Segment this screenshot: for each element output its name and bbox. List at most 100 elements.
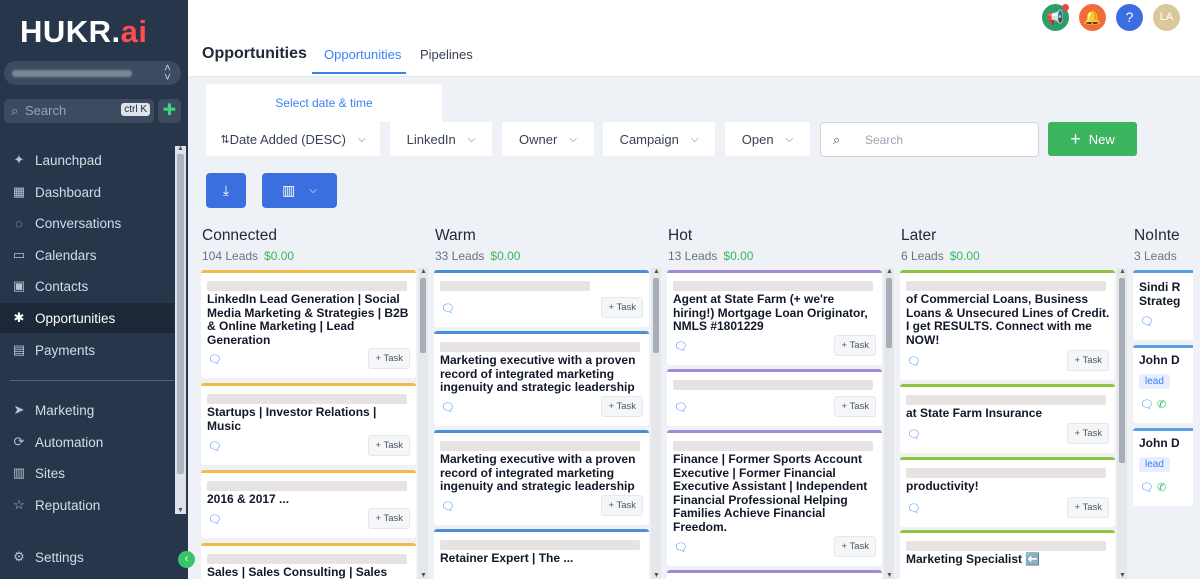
chat-icon[interactable]: 🗨	[674, 340, 688, 353]
chat-icon[interactable]: 🗨	[907, 355, 921, 368]
column-scrollbar[interactable]: ▲ ▼	[651, 268, 661, 579]
opportunity-card[interactable]: of Commercial Loans, Business Loans & Un…	[900, 270, 1115, 380]
campaign-filter[interactable]: Campaign ⌵	[603, 122, 715, 156]
chat-icon[interactable]: 🗨	[907, 428, 921, 441]
account-switcher[interactable]: ˄ ˅	[4, 61, 181, 85]
add-task-button[interactable]: + Task	[1067, 350, 1109, 371]
opportunity-card[interactable]: 🗨 + Task	[434, 270, 649, 327]
sidebar-item-calendars[interactable]: ▭ Calendars	[0, 240, 174, 270]
chat-icon[interactable]: 🗨	[1140, 481, 1154, 494]
add-task-button[interactable]: + Task	[601, 495, 643, 516]
scroll-thumb[interactable]	[653, 278, 659, 353]
chat-icon[interactable]: 🗨	[1140, 398, 1154, 411]
opportunity-card[interactable]: at State Farm Insurance 🗨 + Task	[900, 384, 1115, 453]
scroll-up-icon[interactable]: ▲	[177, 145, 184, 152]
tab-opportunities[interactable]: Opportunities	[324, 47, 401, 62]
chat-icon[interactable]: 🗨	[674, 401, 688, 414]
scroll-thumb[interactable]	[886, 278, 892, 348]
chat-icon[interactable]: 🗨	[441, 500, 455, 513]
opportunity-card[interactable]: Marketing executive with a proven record…	[434, 331, 649, 426]
sidebar-item-contacts[interactable]: ▣ Contacts	[0, 271, 174, 301]
quick-add-button[interactable]: ✚	[158, 99, 181, 123]
avatar[interactable]: LA	[1153, 4, 1180, 31]
sidebar-item-reputation[interactable]: ☆ Reputation	[0, 490, 174, 520]
collapse-sidebar-button[interactable]: ‹	[178, 551, 195, 568]
sidebar-item-sites[interactable]: ▥ Sites	[0, 458, 174, 488]
scroll-thumb[interactable]	[177, 154, 184, 474]
scroll-up-icon[interactable]: ▲	[653, 268, 660, 275]
add-task-button[interactable]: + Task	[834, 396, 876, 417]
sidebar-item-dashboard[interactable]: ▦ Dashboard	[0, 177, 174, 207]
sidebar-search[interactable]: ⌕ Search ctrl K	[4, 99, 154, 123]
scroll-up-icon[interactable]: ▲	[886, 268, 893, 275]
new-opportunity-button[interactable]: + New	[1048, 122, 1137, 156]
chat-icon[interactable]: 🗨	[208, 513, 222, 526]
chat-icon[interactable]: 🗨	[441, 302, 455, 315]
sidebar-item-settings[interactable]: ⚙ Settings	[0, 542, 174, 572]
opportunity-card[interactable]: Sindi R Strateg 🗨	[1133, 270, 1193, 340]
opportunity-card[interactable]: Sales | Sales Consulting | Sales	[201, 543, 416, 579]
opportunity-card[interactable]: John D lead 🗨 ✆	[1133, 345, 1193, 423]
import-button[interactable]: ⤓	[206, 173, 246, 208]
add-task-button[interactable]: + Task	[834, 536, 876, 557]
scroll-thumb[interactable]	[1119, 278, 1125, 463]
add-task-button[interactable]: + Task	[1067, 497, 1109, 518]
announcements-button[interactable]: 📢	[1042, 4, 1069, 31]
scroll-down-icon[interactable]: ▼	[653, 572, 660, 579]
date-range-picker[interactable]: Select date & time	[206, 84, 442, 122]
add-task-button[interactable]: + Task	[368, 348, 410, 369]
scroll-up-icon[interactable]: ▲	[1119, 268, 1126, 275]
chat-icon[interactable]: 🗨	[674, 541, 688, 554]
scroll-down-icon[interactable]: ▼	[1119, 572, 1126, 579]
scroll-down-icon[interactable]: ▼	[886, 572, 893, 579]
sidebar-item-conversations[interactable]: ◌ Conversations	[0, 208, 174, 238]
opportunity-card[interactable]: Marketing executive with a proven record…	[434, 430, 649, 525]
scroll-down-icon[interactable]: ▼	[420, 572, 427, 579]
add-task-button[interactable]: + Task	[368, 435, 410, 456]
opportunity-card[interactable]: Marketing Specialist ⬅️	[900, 530, 1115, 579]
notifications-button[interactable]: 🔔	[1079, 4, 1106, 31]
sidebar-item-automation[interactable]: ⟳ Automation	[0, 427, 174, 457]
chat-icon[interactable]: 🗨	[907, 502, 921, 515]
scroll-thumb[interactable]	[420, 278, 426, 353]
brand-logo[interactable]: HUKR.ai	[20, 14, 148, 50]
status-filter[interactable]: Open ⌵	[725, 122, 810, 156]
add-task-button[interactable]: + Task	[834, 335, 876, 356]
add-task-button[interactable]: + Task	[601, 396, 643, 417]
source-filter[interactable]: LinkedIn ⌵	[390, 122, 492, 156]
chat-icon[interactable]: 🗨	[208, 440, 222, 453]
scroll-down-icon[interactable]: ▼	[177, 507, 184, 514]
sidebar-item-launchpad[interactable]: ✦ Launchpad	[0, 145, 174, 175]
column-scrollbar[interactable]: ▲ ▼	[1117, 268, 1127, 579]
view-toggle-button[interactable]: ▥ ⌵	[262, 173, 337, 208]
sidebar-item-opportunities[interactable]: ✱ Opportunities	[0, 303, 174, 333]
opportunity-card[interactable]	[667, 570, 882, 579]
sidebar-item-payments[interactable]: ▤ Payments	[0, 335, 174, 365]
opportunity-card[interactable]: Agent at State Farm (+ we're hiring!) Mo…	[667, 270, 882, 365]
add-task-button[interactable]: + Task	[601, 297, 643, 318]
search-input[interactable]: ⌕ Search	[820, 122, 1039, 157]
chat-icon[interactable]: 🗨	[441, 401, 455, 414]
scroll-up-icon[interactable]: ▲	[420, 268, 427, 275]
chat-icon[interactable]: 🗨	[1140, 315, 1154, 328]
opportunity-card[interactable]: Retainer Expert | The ...	[434, 529, 649, 579]
sidebar-item-marketing[interactable]: ➤ Marketing	[0, 395, 174, 425]
tab-pipelines[interactable]: Pipelines	[420, 47, 473, 62]
phone-icon[interactable]: ✆	[1157, 398, 1166, 411]
opportunity-card[interactable]: LinkedIn Lead Generation | Social Media …	[201, 270, 416, 378]
sidebar-scrollbar[interactable]: ▲ ▼	[175, 145, 186, 514]
opportunity-card[interactable]: productivity! 🗨 + Task	[900, 457, 1115, 527]
phone-icon[interactable]: ✆	[1157, 481, 1166, 494]
add-task-button[interactable]: + Task	[368, 508, 410, 529]
sort-dropdown[interactable]: ⇅ Date Added (DESC) ⌵	[206, 122, 380, 156]
opportunity-card[interactable]: John D lead 🗨 ✆	[1133, 428, 1193, 506]
opportunity-card[interactable]: Finance | Former Sports Account Executiv…	[667, 430, 882, 566]
chat-icon[interactable]: 🗨	[208, 353, 222, 366]
opportunity-card[interactable]: 🗨 + Task	[667, 369, 882, 426]
help-button[interactable]: ?	[1116, 4, 1143, 31]
add-task-button[interactable]: + Task	[1067, 423, 1109, 444]
column-scrollbar[interactable]: ▲ ▼	[884, 268, 894, 579]
owner-filter[interactable]: Owner ⌵	[502, 122, 594, 156]
opportunity-card[interactable]: 2016 & 2017 ... 🗨 + Task	[201, 470, 416, 538]
column-scrollbar[interactable]: ▲ ▼	[418, 268, 428, 579]
